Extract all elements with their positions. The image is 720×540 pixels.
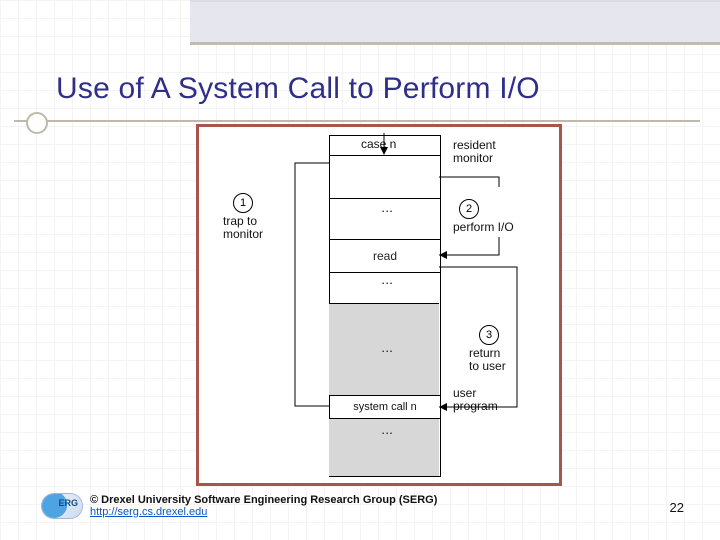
page-number: 22 — [670, 500, 684, 515]
footer-copyright: © Drexel University Software Engineering… — [90, 494, 437, 506]
diagram-canvas: case n read system call n · · · · · · · … — [196, 124, 562, 486]
slide-title: Use of A System Call to Perform I/O — [56, 72, 540, 106]
serg-logo: ERG — [42, 494, 82, 518]
slide-header-bar — [190, 0, 720, 45]
title-underline — [14, 120, 700, 122]
diagram-arrows — [199, 127, 559, 483]
serg-logo-text: ERG — [58, 499, 78, 508]
footer: © Drexel University Software Engineering… — [90, 494, 680, 518]
title-underline-knob — [26, 112, 48, 134]
footer-link[interactable]: http://serg.cs.drexel.edu — [90, 506, 207, 518]
